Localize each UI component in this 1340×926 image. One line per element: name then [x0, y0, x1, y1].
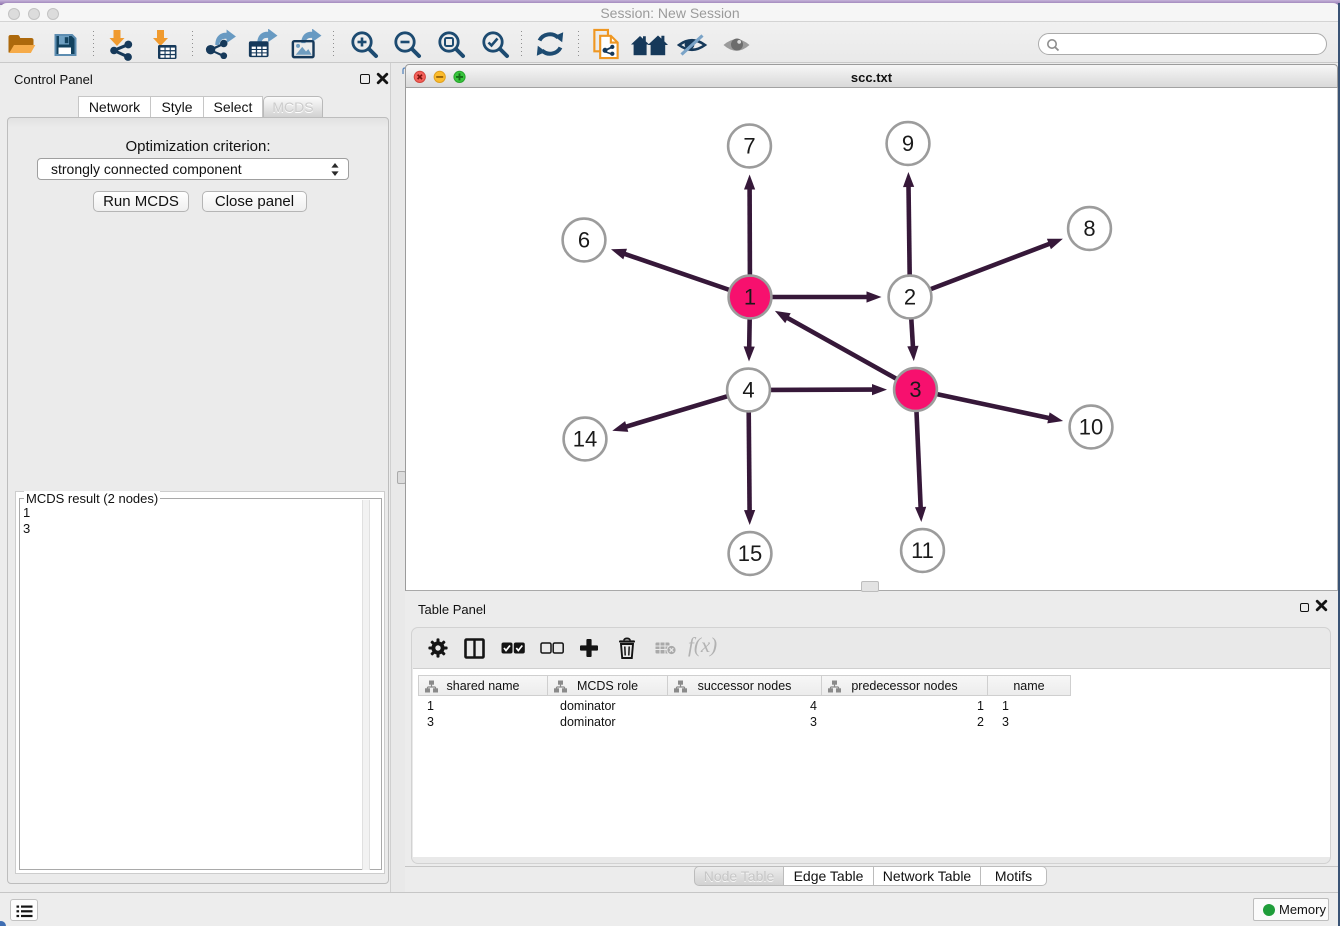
svg-text:6: 6: [578, 228, 590, 253]
svg-text:14: 14: [573, 427, 597, 452]
svg-text:1: 1: [744, 285, 756, 310]
svg-text:9: 9: [902, 131, 914, 156]
svg-text:2: 2: [904, 285, 916, 310]
svg-text:8: 8: [1083, 216, 1095, 241]
svg-text:4: 4: [742, 378, 754, 403]
svg-text:10: 10: [1079, 415, 1103, 440]
svg-text:7: 7: [743, 134, 755, 159]
svg-text:11: 11: [911, 538, 934, 563]
svg-text:3: 3: [909, 377, 921, 402]
svg-text:15: 15: [738, 541, 762, 566]
